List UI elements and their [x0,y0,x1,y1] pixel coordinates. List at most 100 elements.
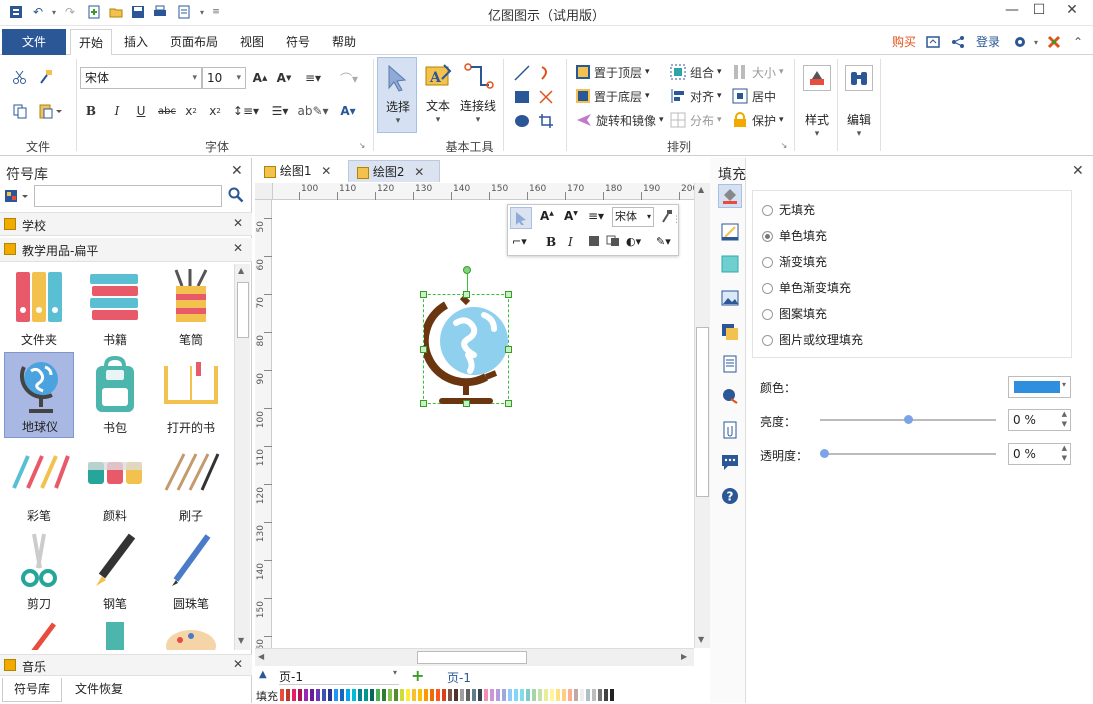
settings-gear-icon[interactable] [1012,34,1028,50]
add-page-icon[interactable]: + [411,666,424,685]
tab-file-recovery[interactable]: 文件恢复 [64,678,134,702]
page-tab-icon[interactable] [718,352,742,376]
bold-icon[interactable]: B [546,235,556,249]
resize-handle[interactable] [420,346,427,353]
palette-swatch[interactable] [280,689,284,701]
menu-symbol[interactable]: 符号 [278,29,318,55]
palette-swatch[interactable] [598,689,602,701]
buy-link[interactable]: 购买 [884,29,924,55]
palette-swatch[interactable] [514,689,518,701]
library-section-teaching[interactable]: 教学用品-扁平 ✕ [0,238,252,262]
palette-swatch[interactable] [496,689,500,701]
rectangle-tool-icon[interactable] [512,87,532,107]
palette-swatch[interactable] [574,689,578,701]
point-tool-icon[interactable] [536,87,556,107]
palette-swatch[interactable] [394,689,398,701]
radio-button-selected[interactable] [762,231,773,242]
symbol-fountain-pen[interactable]: 钢笔 [80,528,150,614]
menu-layout[interactable]: 页面布局 [162,29,226,55]
paste-icon[interactable] [36,101,66,121]
resize-handle[interactable] [463,400,470,407]
line-tool-icon[interactable] [512,63,532,83]
font-dialog-launcher-icon[interactable]: ↘ [356,139,368,151]
menu-help[interactable]: 帮助 [324,29,364,55]
palette-swatch[interactable] [382,689,386,701]
protect-button[interactable]: 保护 ▾ [732,111,784,129]
close-section-icon[interactable]: ✕ [233,241,243,255]
palette-swatch[interactable] [430,689,434,701]
palette-swatch[interactable] [412,689,416,701]
align-text-icon[interactable]: ≡▾ [588,209,604,223]
send-to-back-button[interactable]: 置于底层 ▾ [576,87,650,105]
tab-drawing-2[interactable]: 绘图2 ✕ [348,160,440,182]
font-name-select[interactable]: 宋体 ▾ [80,67,202,89]
hyperlink-tab-icon[interactable] [718,384,742,408]
connector-tool-button[interactable]: 连接线 ▾ [458,57,498,133]
palette-swatch[interactable] [526,689,530,701]
bullets-icon[interactable]: ☰▾ [266,101,294,121]
palette-swatch[interactable] [580,689,584,701]
open-file-icon[interactable] [108,4,124,20]
scroll-thumb[interactable] [696,327,709,497]
palette-swatch[interactable] [364,689,368,701]
palette-swatch[interactable] [388,689,392,701]
palette-swatch[interactable] [610,689,614,701]
symbol-books[interactable]: 书籍 [80,264,150,350]
symbol-schoolbag[interactable]: 书包 [80,352,150,438]
cut-icon[interactable] [10,67,30,87]
symbol-brushes[interactable]: 刷子 [156,440,226,526]
symbol-ballpoint-pen[interactable]: 圆珠笔 [156,528,226,614]
line-tab-icon[interactable] [718,220,742,244]
palette-swatch[interactable] [568,689,572,701]
library-section-school[interactable]: 学校 ✕ [0,212,252,236]
canvas-horizontal-scrollbar[interactable]: ◀ ▶ [255,648,694,666]
close-section-icon[interactable]: ✕ [233,216,243,230]
palette-swatch[interactable] [478,689,482,701]
select-tool-button[interactable]: 选择 ▾ [377,57,417,133]
palette-swatch[interactable] [460,689,464,701]
palette-swatch[interactable] [310,689,314,701]
scroll-down-icon[interactable]: ▼ [238,636,244,645]
transparency-slider-thumb[interactable] [820,449,829,458]
symbol-partial[interactable] [156,616,226,650]
italic-icon[interactable]: I [568,235,573,249]
shrink-font-icon[interactable]: A▼ [274,68,294,88]
radio-button[interactable] [762,257,773,268]
grow-font-icon[interactable]: A▲ [540,209,554,223]
scroll-down-icon[interactable]: ▼ [698,635,704,644]
style-button[interactable]: 样式 ▾ [800,61,834,141]
library-menu-icon[interactable] [4,188,32,206]
radio-button[interactable] [762,335,773,346]
palette-swatch[interactable] [400,689,404,701]
menu-insert[interactable]: 插入 [116,29,156,55]
radio-button[interactable] [762,283,773,294]
palette-swatch[interactable] [376,689,380,701]
collapse-ribbon-icon[interactable]: ⌃ [1070,34,1086,50]
line-color-icon[interactable]: ✎▾ [656,235,671,248]
fill-option-solid[interactable]: 单色填充 [762,227,827,245]
palette-swatch[interactable] [334,689,338,701]
palette-swatch[interactable] [592,689,596,701]
resize-handle[interactable] [420,400,427,407]
group-button[interactable]: 组合 ▾ [670,63,722,81]
scroll-left-icon[interactable]: ◀ [258,652,264,661]
export-icon[interactable] [176,4,192,20]
bring-front-icon[interactable] [588,235,600,250]
distribute-button[interactable]: 分布 ▾ [670,111,722,129]
italic-icon[interactable]: I [108,101,126,121]
symbol-search-input[interactable] [34,185,222,207]
underline-icon[interactable]: U [132,101,150,121]
symbol-color-pens[interactable]: 彩笔 [4,440,74,526]
palette-swatch[interactable] [442,689,446,701]
tab-symbol-library[interactable]: 符号库 [2,678,62,702]
palette-swatch[interactable] [316,689,320,701]
library-scrollbar[interactable]: ▲ ▼ [234,264,250,650]
subscript-icon[interactable]: x2 [182,101,200,121]
symbol-partial[interactable] [80,616,150,650]
fill-option-none[interactable]: 无填充 [762,201,815,219]
palette-swatch[interactable] [562,689,566,701]
palette-swatch[interactable] [352,689,356,701]
palette-swatch[interactable] [556,689,560,701]
toolbar-more-icon[interactable]: ⋮ [672,215,681,225]
palette-swatch[interactable] [292,689,296,701]
